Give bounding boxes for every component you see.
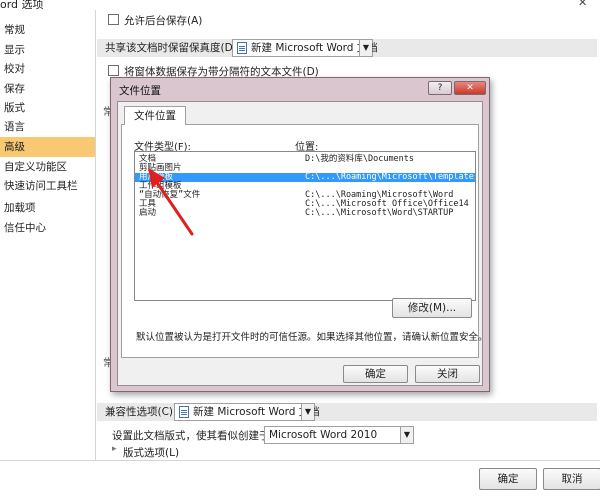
file-locations-list[interactable]: 文档 D:\我的资料库\Documents 剪贴画图片 用户模板 C:\...\… (134, 151, 476, 301)
list-item[interactable]: 文档 D:\我的资料库\Documents (135, 155, 475, 164)
nav-item-advanced[interactable]: 高级 (0, 137, 95, 157)
nav-item-save[interactable]: 保存 (0, 79, 95, 99)
nav-item-display[interactable]: 显示 (0, 40, 95, 60)
word-document-icon (179, 406, 189, 418)
compat-document-select[interactable]: 新建 Microsoft Word 文档 ▼ (174, 403, 320, 421)
allow-background-save-label: 允许后台保存(A) (124, 15, 203, 27)
compat-options-header: 兼容性选项(C): (97, 403, 597, 421)
nav-item-proofing[interactable]: 校对 (0, 59, 95, 79)
layout-as-select[interactable]: Microsoft Word 2010 ▼ (264, 426, 414, 444)
nav-item-general[interactable]: 常规 (0, 20, 95, 40)
nav-item-quick-access-toolbar[interactable]: 快速访问工具栏 (0, 176, 95, 196)
file-locations-dialog: 文件位置 ? ✕ 文件位置 文件类型(F): 位置: 文档 D:\我的资料库\D… (110, 77, 490, 392)
window-title: ord 选项 (0, 0, 44, 10)
dialog-title: 文件位置 (119, 85, 161, 97)
preserve-fidelity-document-select[interactable]: 新建 Microsoft Word 文档 ▼ (232, 39, 378, 57)
dialog-ok-button[interactable]: 确定 (343, 365, 408, 383)
dialog-body: 文件位置 文件类型(F): 位置: 文档 D:\我的资料库\Documents … (117, 101, 488, 386)
file-locations-panel: 文件类型(F): 位置: 文档 D:\我的资料库\Documents 剪贴画图片… (121, 124, 488, 358)
chevron-down-icon[interactable]: ▼ (400, 427, 413, 443)
list-item[interactable]: 启动 C:\...\Microsoft\Word\STARTUP (135, 209, 475, 218)
save-form-data-checkbox[interactable] (108, 65, 119, 76)
preserve-fidelity-label: 共享该文档时保留保真度(D): (105, 42, 241, 54)
options-button-bar: 确定 取消 (0, 460, 600, 497)
nav-item-typography[interactable]: 版式 (0, 98, 95, 118)
allow-background-save-checkbox[interactable] (108, 14, 119, 25)
file-location: C:\...\Roaming\Microsoft\Templates (305, 172, 476, 182)
nav-item-add-ins[interactable]: 加载项 (0, 198, 95, 218)
window-close-icon[interactable]: ✕ (578, 0, 587, 9)
file-location: C:\...\Microsoft\Word\STARTUP (305, 208, 454, 218)
layout-as-label: 设置此文档版式，使其看似创建于(U): (112, 430, 289, 442)
window-title-bar: ord 选项 ✕ (0, 0, 600, 10)
file-location: D:\我的资料库\Documents (305, 154, 415, 164)
options-ok-button[interactable]: 确定 (479, 468, 537, 490)
tab-file-locations[interactable]: 文件位置 (124, 106, 186, 125)
options-nav: 常规 显示 校对 保存 版式 语言 高级 自定义功能区 快速访问工具栏 加载项 … (0, 10, 96, 460)
compat-options-label: 兼容性选项(C): (105, 406, 177, 418)
nav-item-customize-ribbon[interactable]: 自定义功能区 (0, 157, 95, 177)
dialog-close-button[interactable]: 关闭 (415, 365, 480, 383)
word-document-icon (237, 42, 247, 54)
layout-as-value: Microsoft Word 2010 (269, 429, 378, 441)
file-type: 启动 (139, 208, 157, 218)
list-item-selected[interactable]: 用户模板 C:\...\Roaming\Microsoft\Templates (135, 173, 475, 182)
chevron-down-icon[interactable]: ▼ (359, 40, 372, 56)
chevron-down-icon[interactable]: ▼ (301, 404, 314, 420)
modify-button[interactable]: 修改(M)... (392, 298, 472, 318)
nav-item-language[interactable]: 语言 (0, 117, 95, 137)
dialog-close-icon[interactable]: ✕ (454, 81, 486, 95)
help-icon[interactable]: ? (428, 81, 452, 95)
expand-icon[interactable]: ▸ (112, 444, 117, 454)
nav-item-trust-center[interactable]: 信任中心 (0, 218, 95, 238)
options-cancel-button[interactable]: 取消 (543, 468, 600, 490)
layout-options-label[interactable]: 版式选项(L) (123, 445, 179, 460)
trusted-location-note: 默认位置被认为是打开文件时的可信任源。如果选择其他位置，请确认新位置安全。 (136, 332, 488, 343)
